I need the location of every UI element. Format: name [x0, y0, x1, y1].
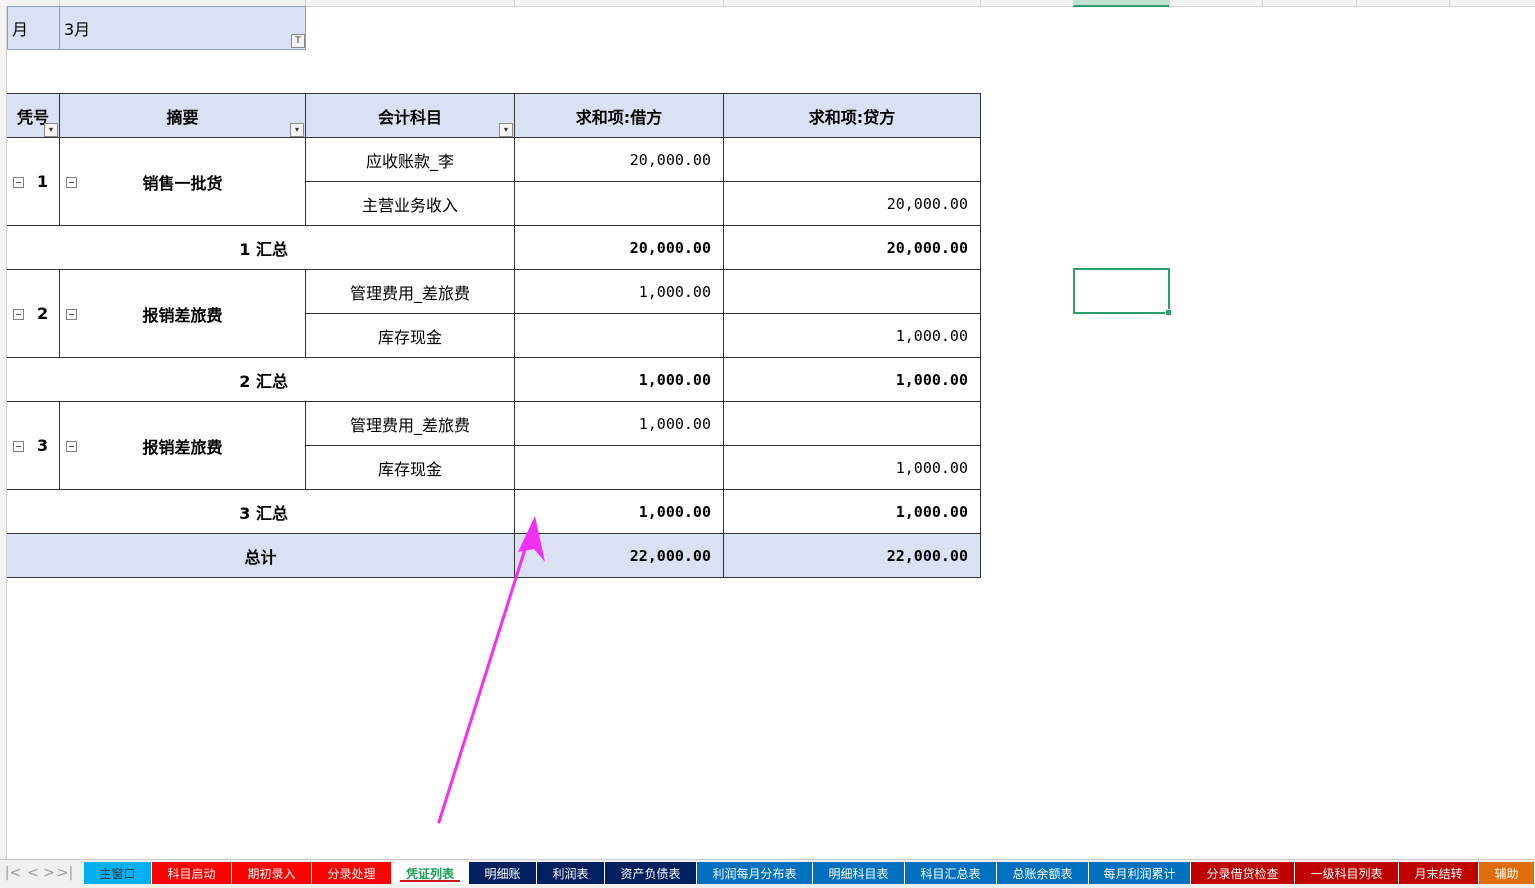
sheet-tab[interactable]: 利润每月分布表	[697, 862, 813, 884]
annotation-arrow	[437, 516, 545, 824]
sheet-tab[interactable]: 月末结转	[1399, 862, 1479, 884]
sheet-tab[interactable]: 分录借贷检查	[1191, 862, 1295, 884]
sheet-tab[interactable]: 明细科目表	[813, 862, 905, 884]
sheet-tab[interactable]: 明细账	[469, 862, 537, 884]
sheet-tab-bar: |< < > >| 主窗口 科目启动 期初录入 分录处理 凭证列表 明细账 利润表 资产负债表…	[0, 859, 1535, 888]
sheet-tab[interactable]: 主窗口	[84, 862, 152, 884]
tab-nav-first-icon[interactable]: |<	[4, 863, 22, 883]
sheet-tab[interactable]: 一级科目列表	[1295, 862, 1399, 884]
sheet-tab[interactable]: 辅助	[1479, 862, 1535, 884]
sheet-tab[interactable]: 每月利润累计	[1089, 862, 1191, 884]
sheet-tab[interactable]: 资产负债表	[605, 862, 697, 884]
sheet-tab[interactable]: 总账余额表	[997, 862, 1089, 884]
sheet-tab[interactable]: 凭证列表	[392, 862, 469, 884]
sheet-tab[interactable]: 科目汇总表	[905, 862, 997, 884]
sheet-tab[interactable]: 利润表	[537, 862, 605, 884]
sheet-tab[interactable]: 分录处理	[312, 862, 392, 884]
sheet-tab[interactable]: 科目启动	[152, 862, 232, 884]
tab-nav-last-icon[interactable]: >|	[56, 863, 74, 883]
sheet-tab[interactable]: 期初录入	[232, 862, 312, 884]
